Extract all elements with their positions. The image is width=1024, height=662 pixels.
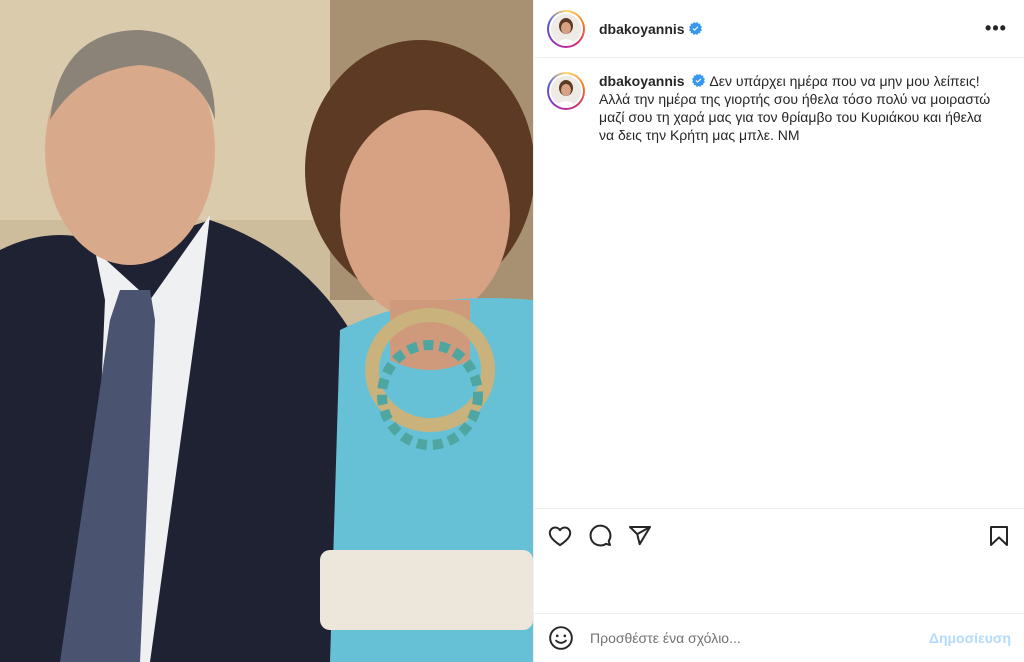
action-bar [534, 508, 1024, 563]
comment-composer: Δημοσίευση [534, 613, 1024, 662]
heart-icon [548, 526, 572, 547]
verified-badge-icon [692, 74, 706, 87]
avatar-image [551, 13, 581, 44]
emoji-button[interactable] [548, 625, 574, 651]
verified-badge-icon [688, 22, 702, 35]
emoji-icon [549, 626, 573, 650]
caption-avatar[interactable] [547, 72, 585, 110]
post-details-panel: dbakoyannis ••• dbakoyannis Δεν υπάρχει … [533, 0, 1024, 662]
post-comment-button[interactable]: Δημοσίευση [929, 630, 1011, 646]
post-image [0, 0, 533, 662]
caption-text: dbakoyannis Δεν υπάρχει ημέρα που να μην… [599, 72, 999, 144]
more-options-icon: ••• [985, 18, 1007, 38]
post-photo[interactable] [0, 0, 533, 662]
post-username[interactable]: dbakoyannis [599, 21, 685, 37]
post-header: dbakoyannis ••• [534, 0, 1024, 58]
comment-button[interactable] [588, 524, 612, 548]
caption: dbakoyannis Δεν υπάρχει ημέρα που να μην… [534, 58, 1024, 507]
caption-username[interactable]: dbakoyannis [599, 73, 685, 89]
send-icon [629, 526, 651, 546]
like-button[interactable] [548, 524, 572, 548]
share-button[interactable] [628, 524, 652, 548]
more-options-button[interactable]: ••• [984, 17, 1008, 41]
avatar[interactable] [547, 9, 585, 48]
save-button[interactable] [987, 524, 1011, 548]
caption-avatar-image [551, 76, 581, 106]
bookmark-icon [990, 526, 1008, 546]
comment-input[interactable] [590, 630, 910, 646]
comment-icon [589, 524, 612, 547]
